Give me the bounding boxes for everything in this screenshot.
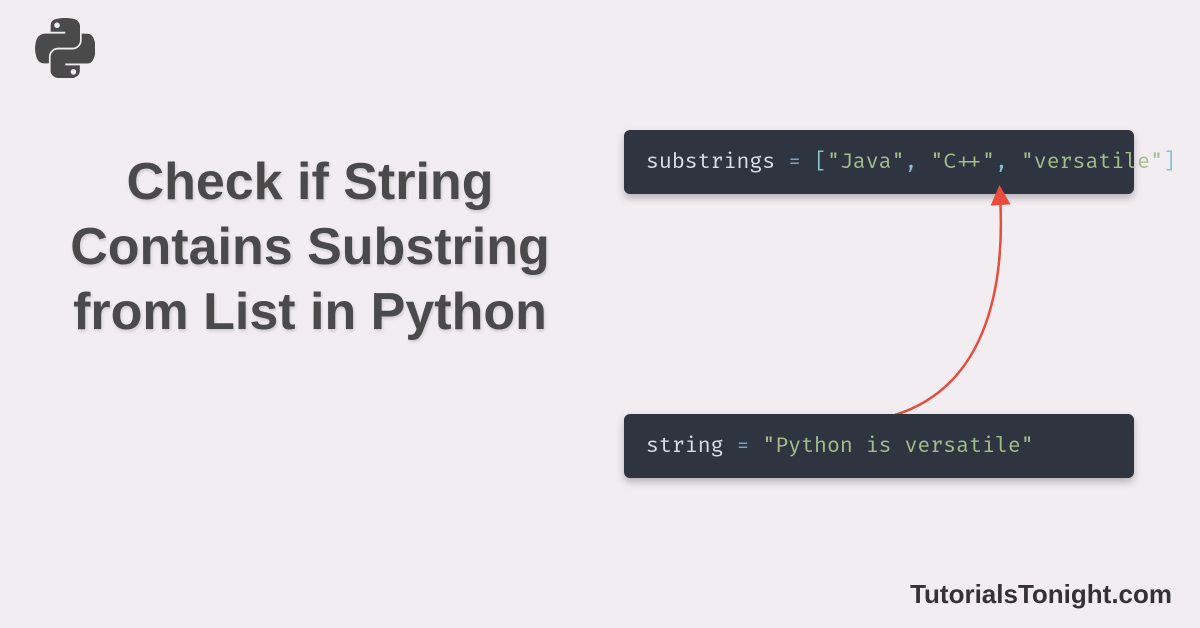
footer-brand: TutorialsTonight.com	[910, 579, 1172, 610]
code-comma-2: ,	[995, 150, 1021, 175]
arrow-connector	[860, 190, 1080, 420]
python-logo-icon	[35, 18, 95, 78]
code-bracket-close: ]	[1163, 150, 1176, 175]
code-str-3: "versatile"	[1021, 150, 1163, 175]
code-var-2: string	[646, 434, 724, 459]
page-title: Check if String Contains Substring from …	[40, 150, 580, 345]
code-str-2: "C++"	[930, 150, 995, 175]
code-str-1: "Java"	[827, 150, 905, 175]
code-eq: =	[775, 150, 814, 175]
code-eq-2: =	[724, 434, 763, 459]
code-comma-1: ,	[905, 150, 931, 175]
code-var: substrings	[646, 150, 775, 175]
code-bracket-open: [	[814, 150, 827, 175]
code-block-substrings: substrings = ["Java", "C++", "versatile"…	[624, 130, 1134, 194]
code-block-string: string = "Python is versatile"	[624, 414, 1134, 478]
code-str-val: "Python is versatile"	[762, 434, 1033, 459]
